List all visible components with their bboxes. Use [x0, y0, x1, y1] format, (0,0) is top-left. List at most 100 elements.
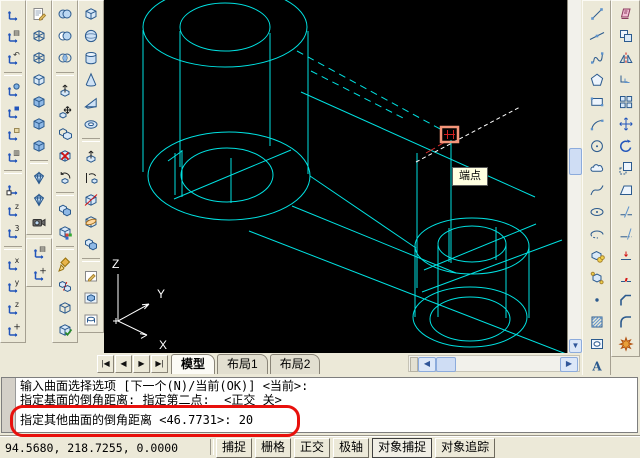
tab-nav-last-button[interactable]: ▶|: [151, 355, 168, 373]
offset-faces-button[interactable]: [53, 123, 77, 145]
camera-adjust-button[interactable]: [27, 211, 51, 233]
horizontal-scrollbar[interactable]: ◀ ▶: [408, 355, 580, 372]
gouraud-shaded-button[interactable]: [27, 113, 51, 135]
explode-button[interactable]: [614, 333, 638, 355]
model-tab[interactable]: 模型: [171, 354, 215, 374]
orbit-style-2-button[interactable]: [27, 189, 51, 211]
otrack-toggle-button[interactable]: 对象追踪: [435, 438, 495, 458]
rotate-faces-button[interactable]: [53, 167, 77, 189]
move-button[interactable]: [614, 113, 638, 135]
ucs-apply-button[interactable]: +: [1, 319, 25, 341]
vertical-scrollbar[interactable]: ▼: [567, 0, 581, 353]
layout1-tab[interactable]: 布局1: [217, 354, 268, 374]
orbit-style-1-button[interactable]: [27, 167, 51, 189]
setup-view-button[interactable]: [79, 287, 103, 309]
hidden-visual-style-button[interactable]: [27, 69, 51, 91]
ucs-origin-button[interactable]: [1, 177, 25, 199]
tab-nav-first-button[interactable]: |◀: [97, 355, 114, 373]
slice-button[interactable]: [79, 189, 103, 211]
color-faces-button[interactable]: [53, 221, 77, 243]
polyline-button[interactable]: [585, 47, 609, 69]
union-button[interactable]: [53, 3, 77, 25]
torus-button[interactable]: [79, 113, 103, 135]
named-ucs-dialog-button[interactable]: ▤: [27, 241, 51, 263]
extend-button[interactable]: [614, 223, 638, 245]
named-views-button[interactable]: [27, 3, 51, 25]
tab-nav-next-button[interactable]: ▶: [133, 355, 150, 373]
copy-button[interactable]: [614, 25, 638, 47]
cone-button[interactable]: [79, 69, 103, 91]
sphere-button[interactable]: [79, 25, 103, 47]
rotate-button[interactable]: [614, 135, 638, 157]
setup-profile-button[interactable]: [79, 309, 103, 331]
insert-block-button[interactable]: [585, 245, 609, 267]
3d-wireframe-button[interactable]: [27, 47, 51, 69]
intersect-button[interactable]: [53, 47, 77, 69]
box-button[interactable]: [79, 3, 103, 25]
wedge-button[interactable]: [79, 91, 103, 113]
chamfer-button[interactable]: [614, 289, 638, 311]
ucs-button[interactable]: [1, 3, 25, 25]
separate-solids-button[interactable]: [53, 275, 77, 297]
ucs-z-button[interactable]: z: [1, 297, 25, 319]
ortho-toggle-button[interactable]: 正交: [294, 438, 330, 458]
extrude-button[interactable]: [79, 145, 103, 167]
cylinder-button[interactable]: [79, 47, 103, 69]
osnap-toggle-button[interactable]: 对象捕捉: [372, 438, 432, 458]
named-ucs-button[interactable]: ▤: [1, 25, 25, 47]
polygon-button[interactable]: [585, 69, 609, 91]
offset-button[interactable]: [614, 69, 638, 91]
fillet-button[interactable]: [614, 311, 638, 333]
trim-button[interactable]: [614, 201, 638, 223]
region-button[interactable]: [585, 333, 609, 355]
hatch-button[interactable]: [585, 311, 609, 333]
move-ucs-origin-button[interactable]: +: [27, 263, 51, 285]
ucs-world-button[interactable]: [1, 79, 25, 101]
rectangle-button[interactable]: [585, 91, 609, 113]
mirror-button[interactable]: [614, 47, 638, 69]
break-button[interactable]: [614, 267, 638, 289]
extrude-faces-button[interactable]: [53, 79, 77, 101]
ellipse-button[interactable]: [585, 201, 609, 223]
ucs-view-button[interactable]: ▥: [1, 145, 25, 167]
ucs-z-axis-vector-button[interactable]: z: [1, 199, 25, 221]
scale-button[interactable]: [614, 157, 638, 179]
delete-faces-button[interactable]: [53, 145, 77, 167]
polar-toggle-button[interactable]: 极轴: [333, 438, 369, 458]
point-button[interactable]: [585, 289, 609, 311]
clean-button[interactable]: [53, 253, 77, 275]
scroll-right-button[interactable]: ▶: [560, 357, 578, 372]
2d-wireframe-button[interactable]: [27, 25, 51, 47]
interfere-button[interactable]: [79, 233, 103, 255]
revision-cloud-button[interactable]: [585, 157, 609, 179]
ucs-previous-button[interactable]: ↶: [1, 47, 25, 69]
ellipse-arc-button[interactable]: [585, 223, 609, 245]
command-text-area[interactable]: 输入曲面选择选项 [下一个(N)/当前(OK)] <当前>:指定基面的倒角距离:…: [1, 377, 638, 433]
ucs-3point-button[interactable]: 3: [1, 221, 25, 243]
vertical-scrollbar-thumb[interactable]: [569, 148, 582, 175]
line-button[interactable]: [585, 3, 609, 25]
ucs-object-button[interactable]: [1, 101, 25, 123]
flat-shaded-edges-on-button[interactable]: [27, 135, 51, 157]
arc-button[interactable]: [585, 113, 609, 135]
ucs-y-button[interactable]: y: [1, 275, 25, 297]
command-scroll-strip[interactable]: [2, 378, 16, 432]
tab-nav-previous-button[interactable]: ◀: [115, 355, 132, 373]
check-button[interactable]: [53, 319, 77, 341]
scrollbar-resize-grip[interactable]: [410, 357, 418, 372]
circle-button[interactable]: [585, 135, 609, 157]
spline-button[interactable]: [585, 179, 609, 201]
array-button[interactable]: [614, 91, 638, 113]
scroll-down-button[interactable]: ▼: [569, 339, 582, 353]
copy-faces-button[interactable]: [53, 199, 77, 221]
horizontal-scrollbar-thumb[interactable]: [436, 357, 456, 372]
erase-button[interactable]: [614, 3, 638, 25]
setup-drawing-button[interactable]: [79, 265, 103, 287]
revolve-button[interactable]: [79, 167, 103, 189]
move-faces-button[interactable]: [53, 101, 77, 123]
subtract-button[interactable]: [53, 25, 77, 47]
multiline-text-button[interactable]: A: [585, 355, 609, 377]
section-button[interactable]: [79, 211, 103, 233]
shell-button[interactable]: [53, 297, 77, 319]
construction-line-button[interactable]: [585, 25, 609, 47]
